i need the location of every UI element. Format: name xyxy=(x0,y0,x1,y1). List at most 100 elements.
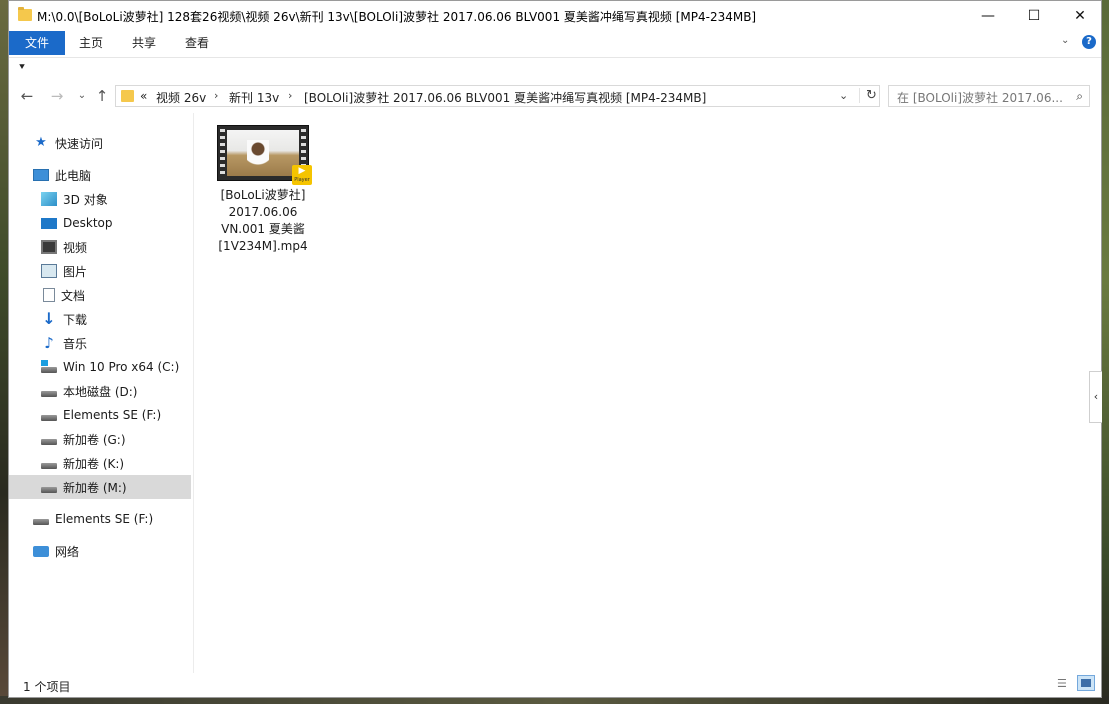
sidebar-item-drive-m[interactable]: 新加卷 (M:) xyxy=(9,475,191,499)
sidebar-item-pictures[interactable]: 图片 xyxy=(41,259,87,283)
drive-icon xyxy=(33,519,49,525)
sidebar-item-label: 3D 对象 xyxy=(63,192,108,207)
breadcrumb-item[interactable]: 视频 26v xyxy=(156,89,206,106)
recent-locations-button[interactable]: ⌄ xyxy=(72,86,92,106)
minimize-button[interactable]: — xyxy=(965,1,1011,31)
sidebar-item-drive-f[interactable]: Elements SE (F:) xyxy=(41,403,161,427)
pictures-icon xyxy=(41,264,57,278)
sidebar-item-drive-c[interactable]: Win 10 Pro x64 (C:) xyxy=(41,355,179,379)
explorer-window: M:\0.0\[BoLoLi波萝社] 128套26视频\视频 26v\新刊 13… xyxy=(8,0,1102,698)
search-placeholder: 在 [BOLOli]波萝社 2017.06... xyxy=(897,91,1063,105)
sidebar-item-network[interactable]: 网络 xyxy=(33,539,79,563)
expand-ribbon-icon[interactable]: ⌄ xyxy=(1061,35,1069,46)
sidebar-item-desktop[interactable]: Desktop xyxy=(41,211,113,235)
drive-icon xyxy=(41,391,57,397)
sidebar-item-label: 文档 xyxy=(61,288,86,303)
drive-icon xyxy=(41,415,57,421)
thumbnail-image xyxy=(227,130,299,176)
file-name-line: VN.001 夏美酱 xyxy=(221,222,305,236)
sidebar-item-label: 新加卷 (M:) xyxy=(63,480,127,495)
search-input[interactable]: 在 [BOLOli]波萝社 2017.06... ⌕ xyxy=(888,85,1090,107)
tab-file[interactable]: 文件 xyxy=(9,31,65,55)
sidebar-item-label: Win 10 Pro x64 (C:) xyxy=(63,360,180,374)
pc-icon xyxy=(33,169,49,181)
drive-icon xyxy=(41,463,57,469)
sidebar-item-label: 下载 xyxy=(63,312,88,327)
sidebar-item-elements-se[interactable]: Elements SE (F:) xyxy=(33,507,153,531)
documents-icon xyxy=(43,288,55,302)
sidebar-item-drive-d[interactable]: 本地磁盘 (D:) xyxy=(41,379,137,403)
drive-icon xyxy=(41,487,57,493)
sidebar-item-label: 快速访问 xyxy=(55,136,104,151)
video-thumbnail: Player xyxy=(217,125,312,185)
breadcrumb-item[interactable]: [BOLOli]波萝社 2017.06.06 BLV001 夏美酱冲绳写真视频 … xyxy=(304,89,706,106)
3d-objects-icon xyxy=(41,192,57,206)
sidebar-item-downloads[interactable]: ↓ 下载 xyxy=(41,307,87,331)
back-button[interactable]: ← xyxy=(17,86,37,106)
player-badge-icon: Player xyxy=(292,165,312,185)
sidebar-item-music[interactable]: ♪ 音乐 xyxy=(41,331,87,355)
sidebar-item-3d-objects[interactable]: 3D 对象 xyxy=(41,187,108,211)
breadcrumb-overflow[interactable]: « xyxy=(140,89,147,103)
sidebar-item-label: 网络 xyxy=(55,544,80,559)
sidebar-item-label: 视频 xyxy=(63,240,88,255)
sidebar-item-this-pc[interactable]: 此电脑 xyxy=(33,163,91,187)
file-name-line: 2017.06.06 xyxy=(228,205,298,219)
close-button[interactable]: ✕ xyxy=(1057,1,1103,31)
downloads-icon: ↓ xyxy=(42,309,56,328)
navigation-pane: ★ 快速访问 此电脑 3D 对象 Desktop 视频 图片 文档 ↓ 下载 ♪… xyxy=(9,123,193,673)
file-name-line: [BoLoLi波萝社] xyxy=(220,188,306,202)
film-strip-edge xyxy=(220,129,225,177)
sidebar-item-label: 音乐 xyxy=(63,336,88,351)
sidebar-item-label: Elements SE (F:) xyxy=(55,512,154,526)
drive-icon xyxy=(41,439,57,445)
navigation-bar: ← → ⌄ ↑ « 视频 26v › 新刊 13v › [BOLOli]波萝社 … xyxy=(9,83,1101,111)
sidebar-item-quick-access[interactable]: ★ 快速访问 xyxy=(33,131,103,155)
details-view-icon[interactable]: ☰ xyxy=(1057,677,1073,691)
preview-pane-toggle[interactable]: ‹ xyxy=(1089,371,1102,423)
videos-icon xyxy=(41,240,57,254)
quick-access-toolbar: ⯆ xyxy=(9,57,1101,82)
sidebar-item-label: 新加卷 (G:) xyxy=(63,432,126,447)
breadcrumb-separator[interactable]: › xyxy=(288,89,292,102)
sidebar-item-drive-g[interactable]: 新加卷 (G:) xyxy=(41,427,126,451)
address-bar[interactable]: « 视频 26v › 新刊 13v › [BOLOli]波萝社 2017.06.… xyxy=(115,85,880,107)
maximize-button[interactable]: ☐ xyxy=(1011,1,1057,31)
folder-icon xyxy=(18,7,32,21)
window-title: M:\0.0\[BoLoLi波萝社] 128套26视频\视频 26v\新刊 13… xyxy=(37,10,757,24)
network-icon xyxy=(33,545,49,557)
file-list-pane[interactable]: Player [BoLoLi波萝社] 2017.06.06 VN.001 夏美酱… xyxy=(194,113,1089,673)
sidebar-item-videos[interactable]: 视频 xyxy=(41,235,87,259)
up-button[interactable]: ↑ xyxy=(92,86,112,106)
search-icon[interactable]: ⌕ xyxy=(1076,89,1083,104)
tab-view[interactable]: 查看 xyxy=(185,31,209,55)
file-name: [BoLoLi波萝社] 2017.06.06 VN.001 夏美酱 [1V234… xyxy=(213,187,313,255)
address-dropdown-icon[interactable]: ⌄ xyxy=(839,89,848,102)
breadcrumb-separator[interactable]: › xyxy=(214,89,218,102)
customize-quick-access-icon[interactable]: ⯆ xyxy=(18,62,26,73)
desktop-background-right xyxy=(1101,0,1109,704)
sidebar-item-drive-k[interactable]: 新加卷 (K:) xyxy=(41,451,124,475)
desktop-icon xyxy=(41,217,57,229)
sidebar-item-label: 新加卷 (K:) xyxy=(63,456,125,471)
title-bar[interactable]: M:\0.0\[BoLoLi波萝社] 128套26视频\视频 26v\新刊 13… xyxy=(9,1,1101,31)
sidebar-item-label: Desktop xyxy=(63,216,113,230)
folder-icon xyxy=(121,90,134,102)
breadcrumb-item[interactable]: 新刊 13v xyxy=(229,89,279,106)
thumbnail-subject xyxy=(247,140,269,170)
refresh-icon[interactable]: ↻ xyxy=(859,88,877,103)
file-name-line: [1V234M].mp4 xyxy=(218,239,308,253)
file-item-video[interactable]: Player [BoLoLi波萝社] 2017.06.06 VN.001 夏美酱… xyxy=(213,121,313,255)
help-icon[interactable]: ? xyxy=(1082,35,1096,49)
tab-home[interactable]: 主页 xyxy=(79,31,103,55)
system-drive-icon xyxy=(41,360,57,373)
item-count: 1 个项目 xyxy=(23,680,71,694)
sidebar-item-label: 本地磁盘 (D:) xyxy=(63,384,138,399)
sidebar-item-documents[interactable]: 文档 xyxy=(41,283,85,307)
sidebar-item-label: Elements SE (F:) xyxy=(63,408,162,422)
sidebar-item-label: 此电脑 xyxy=(55,168,92,183)
forward-button[interactable]: → xyxy=(47,86,67,106)
large-icons-view-icon[interactable] xyxy=(1077,675,1095,691)
tab-share[interactable]: 共享 xyxy=(132,31,156,55)
music-icon: ♪ xyxy=(44,334,54,352)
